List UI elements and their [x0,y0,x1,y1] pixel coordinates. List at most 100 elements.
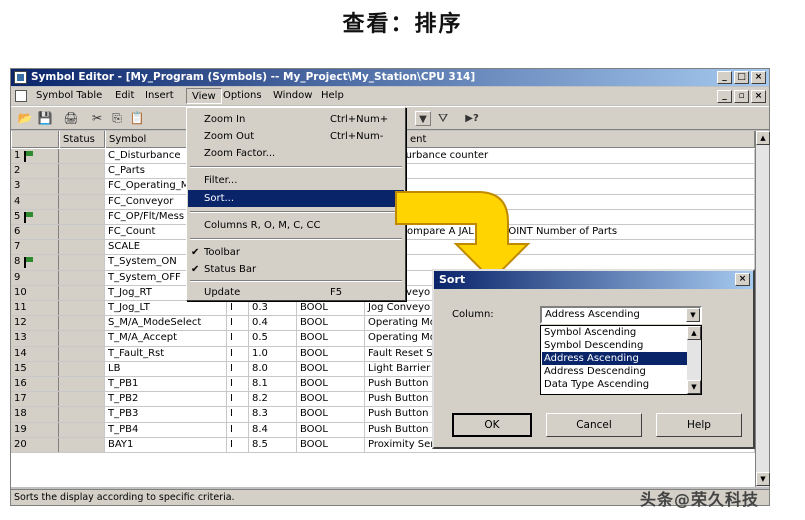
header-comment[interactable]: ent [365,131,755,148]
address-number-cell[interactable]: 0.5 [249,331,297,346]
scroll-down-button[interactable]: ▼ [756,472,770,486]
paste-icon[interactable]: 📋 [129,111,145,126]
menu-edit[interactable]: Edit [110,87,139,105]
address-cell[interactable]: I [227,407,249,422]
address-number-cell[interactable]: 8.0 [249,361,297,376]
doc-close-button[interactable]: × [751,90,766,103]
status-cell[interactable] [59,361,105,376]
status-cell[interactable] [59,255,105,270]
data-type-cell[interactable]: BOOL [297,392,365,407]
restore-button[interactable]: □ [734,71,749,84]
address-cell[interactable]: I [227,377,249,392]
address-cell[interactable]: I [227,392,249,407]
window-titlebar[interactable]: Symbol Editor - [My_Program (Symbols) --… [11,69,769,86]
help-button[interactable]: Help [656,413,742,437]
status-cell[interactable] [59,346,105,361]
open-icon[interactable]: 📂 [17,111,33,126]
comment-cell[interactable]: lection [365,179,755,194]
filter-dropdown-button[interactable]: ▼ [415,111,431,126]
column-select[interactable]: Address Ascending ▼ [540,306,702,324]
address-number-cell[interactable]: 8.1 [249,377,297,392]
symbol-cell[interactable]: T_PB3 [105,407,227,422]
data-type-cell[interactable]: BOOL [297,316,365,331]
menu-item-sort[interactable]: Sort... [188,190,404,207]
data-type-cell[interactable]: BOOL [297,301,365,316]
menu-item-zoom-factor[interactable]: Zoom Factor... [188,145,404,162]
menu-item-columns[interactable]: Columns R, O, M, C, CC [188,217,404,234]
print-icon[interactable]: 🖨 [63,111,79,126]
status-cell[interactable] [59,316,105,331]
address-number-cell[interactable]: 8.5 [249,437,297,452]
menu-item-zoom-out[interactable]: Zoom Out Ctrl+Num- [188,128,404,145]
status-cell[interactable] [59,392,105,407]
comment-cell[interactable]: vor control [365,194,755,209]
document-icon[interactable] [15,90,27,102]
vertical-scrollbar[interactable]: ▲ ▼ [755,131,770,487]
ok-button[interactable]: OK [452,413,532,437]
comment-cell[interactable]: parts, Compare A JAL / SETPOINT Number o… [365,225,755,240]
list-scroll-down-button[interactable]: ▼ [687,380,701,394]
context-help-icon[interactable]: ▶? [461,111,483,126]
menu-insert[interactable]: Insert [140,87,179,105]
symbol-cell[interactable]: T_PB1 [105,377,227,392]
menu-item-zoom-in[interactable]: Zoom In Ctrl+Num+ [188,111,404,128]
list-scroll-up-button[interactable]: ▲ [687,326,701,340]
status-cell[interactable] [59,149,105,164]
menu-symbol-table[interactable]: Symbol Table [31,87,107,105]
sort-dialog-close-button[interactable]: × [735,273,750,286]
cancel-button[interactable]: Cancel [546,413,642,437]
menu-item-filter[interactable]: Filter... [188,172,404,189]
symbol-cell[interactable]: T_Jog_LT [105,301,227,316]
address-cell[interactable]: I [227,422,249,437]
menu-item-toolbar[interactable]: ✔ Toolbar [188,244,404,261]
data-type-cell[interactable]: BOOL [297,422,365,437]
cut-icon[interactable]: ✂ [89,111,105,126]
close-button[interactable]: × [751,71,766,84]
comment-cell[interactable]: yor disturbance counter [365,149,755,164]
data-type-cell[interactable]: BOOL [297,346,365,361]
symbol-cell[interactable]: T_M/A_Accept [105,331,227,346]
doc-minimize-button[interactable]: _ [717,90,732,103]
copy-icon[interactable]: ⎘ [109,111,125,126]
scroll-up-button[interactable]: ▲ [756,131,770,145]
address-number-cell[interactable]: 8.2 [249,392,297,407]
header-status[interactable]: Status [59,131,105,148]
address-cell[interactable]: I [227,316,249,331]
option-symbol-ascending[interactable]: Symbol Ascending [542,326,687,339]
address-number-cell[interactable]: 0.3 [249,301,297,316]
status-cell[interactable] [59,164,105,179]
comment-cell[interactable]: Values [365,240,755,255]
option-data-type-ascending[interactable]: Data Type Ascending [542,378,687,391]
minimize-button[interactable]: _ [717,71,732,84]
status-cell[interactable] [59,225,105,240]
status-cell[interactable] [59,240,105,255]
menu-help[interactable]: Help [316,87,349,105]
status-cell[interactable] [59,407,105,422]
address-number-cell[interactable]: 8.4 [249,422,297,437]
funnel-icon[interactable]: ⛛ [435,111,451,126]
save-icon[interactable]: 💾 [37,111,53,126]
comment-cell[interactable]: ON S [365,255,755,270]
menu-item-update[interactable]: Update F5 [188,284,404,301]
status-cell[interactable] [59,209,105,224]
symbol-cell[interactable]: S_M/A_ModeSelect [105,316,227,331]
status-cell[interactable] [59,301,105,316]
status-cell[interactable] [59,285,105,300]
option-address-descending[interactable]: Address Descending [542,365,687,378]
status-cell[interactable] [59,331,105,346]
symbol-cell[interactable]: T_PB2 [105,392,227,407]
symbol-cell[interactable]: T_PB4 [105,422,227,437]
status-cell[interactable] [59,179,105,194]
status-cell[interactable] [59,194,105,209]
menu-view[interactable]: View [186,88,222,104]
data-type-cell[interactable]: BOOL [297,377,365,392]
comment-cell[interactable]: yr parts [365,164,755,179]
address-number-cell[interactable]: 1.0 [249,346,297,361]
list-scrollbar[interactable]: ▲ ▼ [687,326,701,394]
data-type-cell[interactable]: BOOL [297,331,365,346]
status-cell[interactable] [59,437,105,452]
menu-window[interactable]: Window [268,87,317,105]
status-cell[interactable] [59,422,105,437]
address-cell[interactable]: I [227,346,249,361]
symbol-cell[interactable]: LB [105,361,227,376]
